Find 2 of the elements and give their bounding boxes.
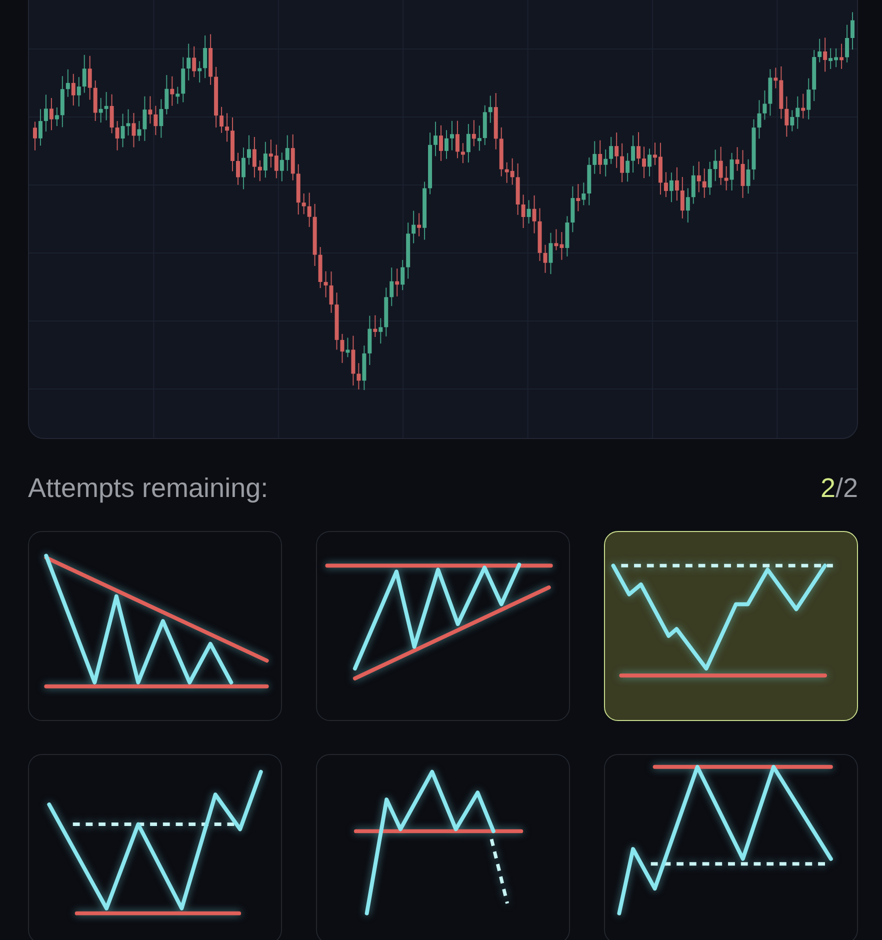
attempts-count: 2/2 <box>820 473 858 504</box>
attempts-label: Attempts remaining: <box>28 473 268 504</box>
